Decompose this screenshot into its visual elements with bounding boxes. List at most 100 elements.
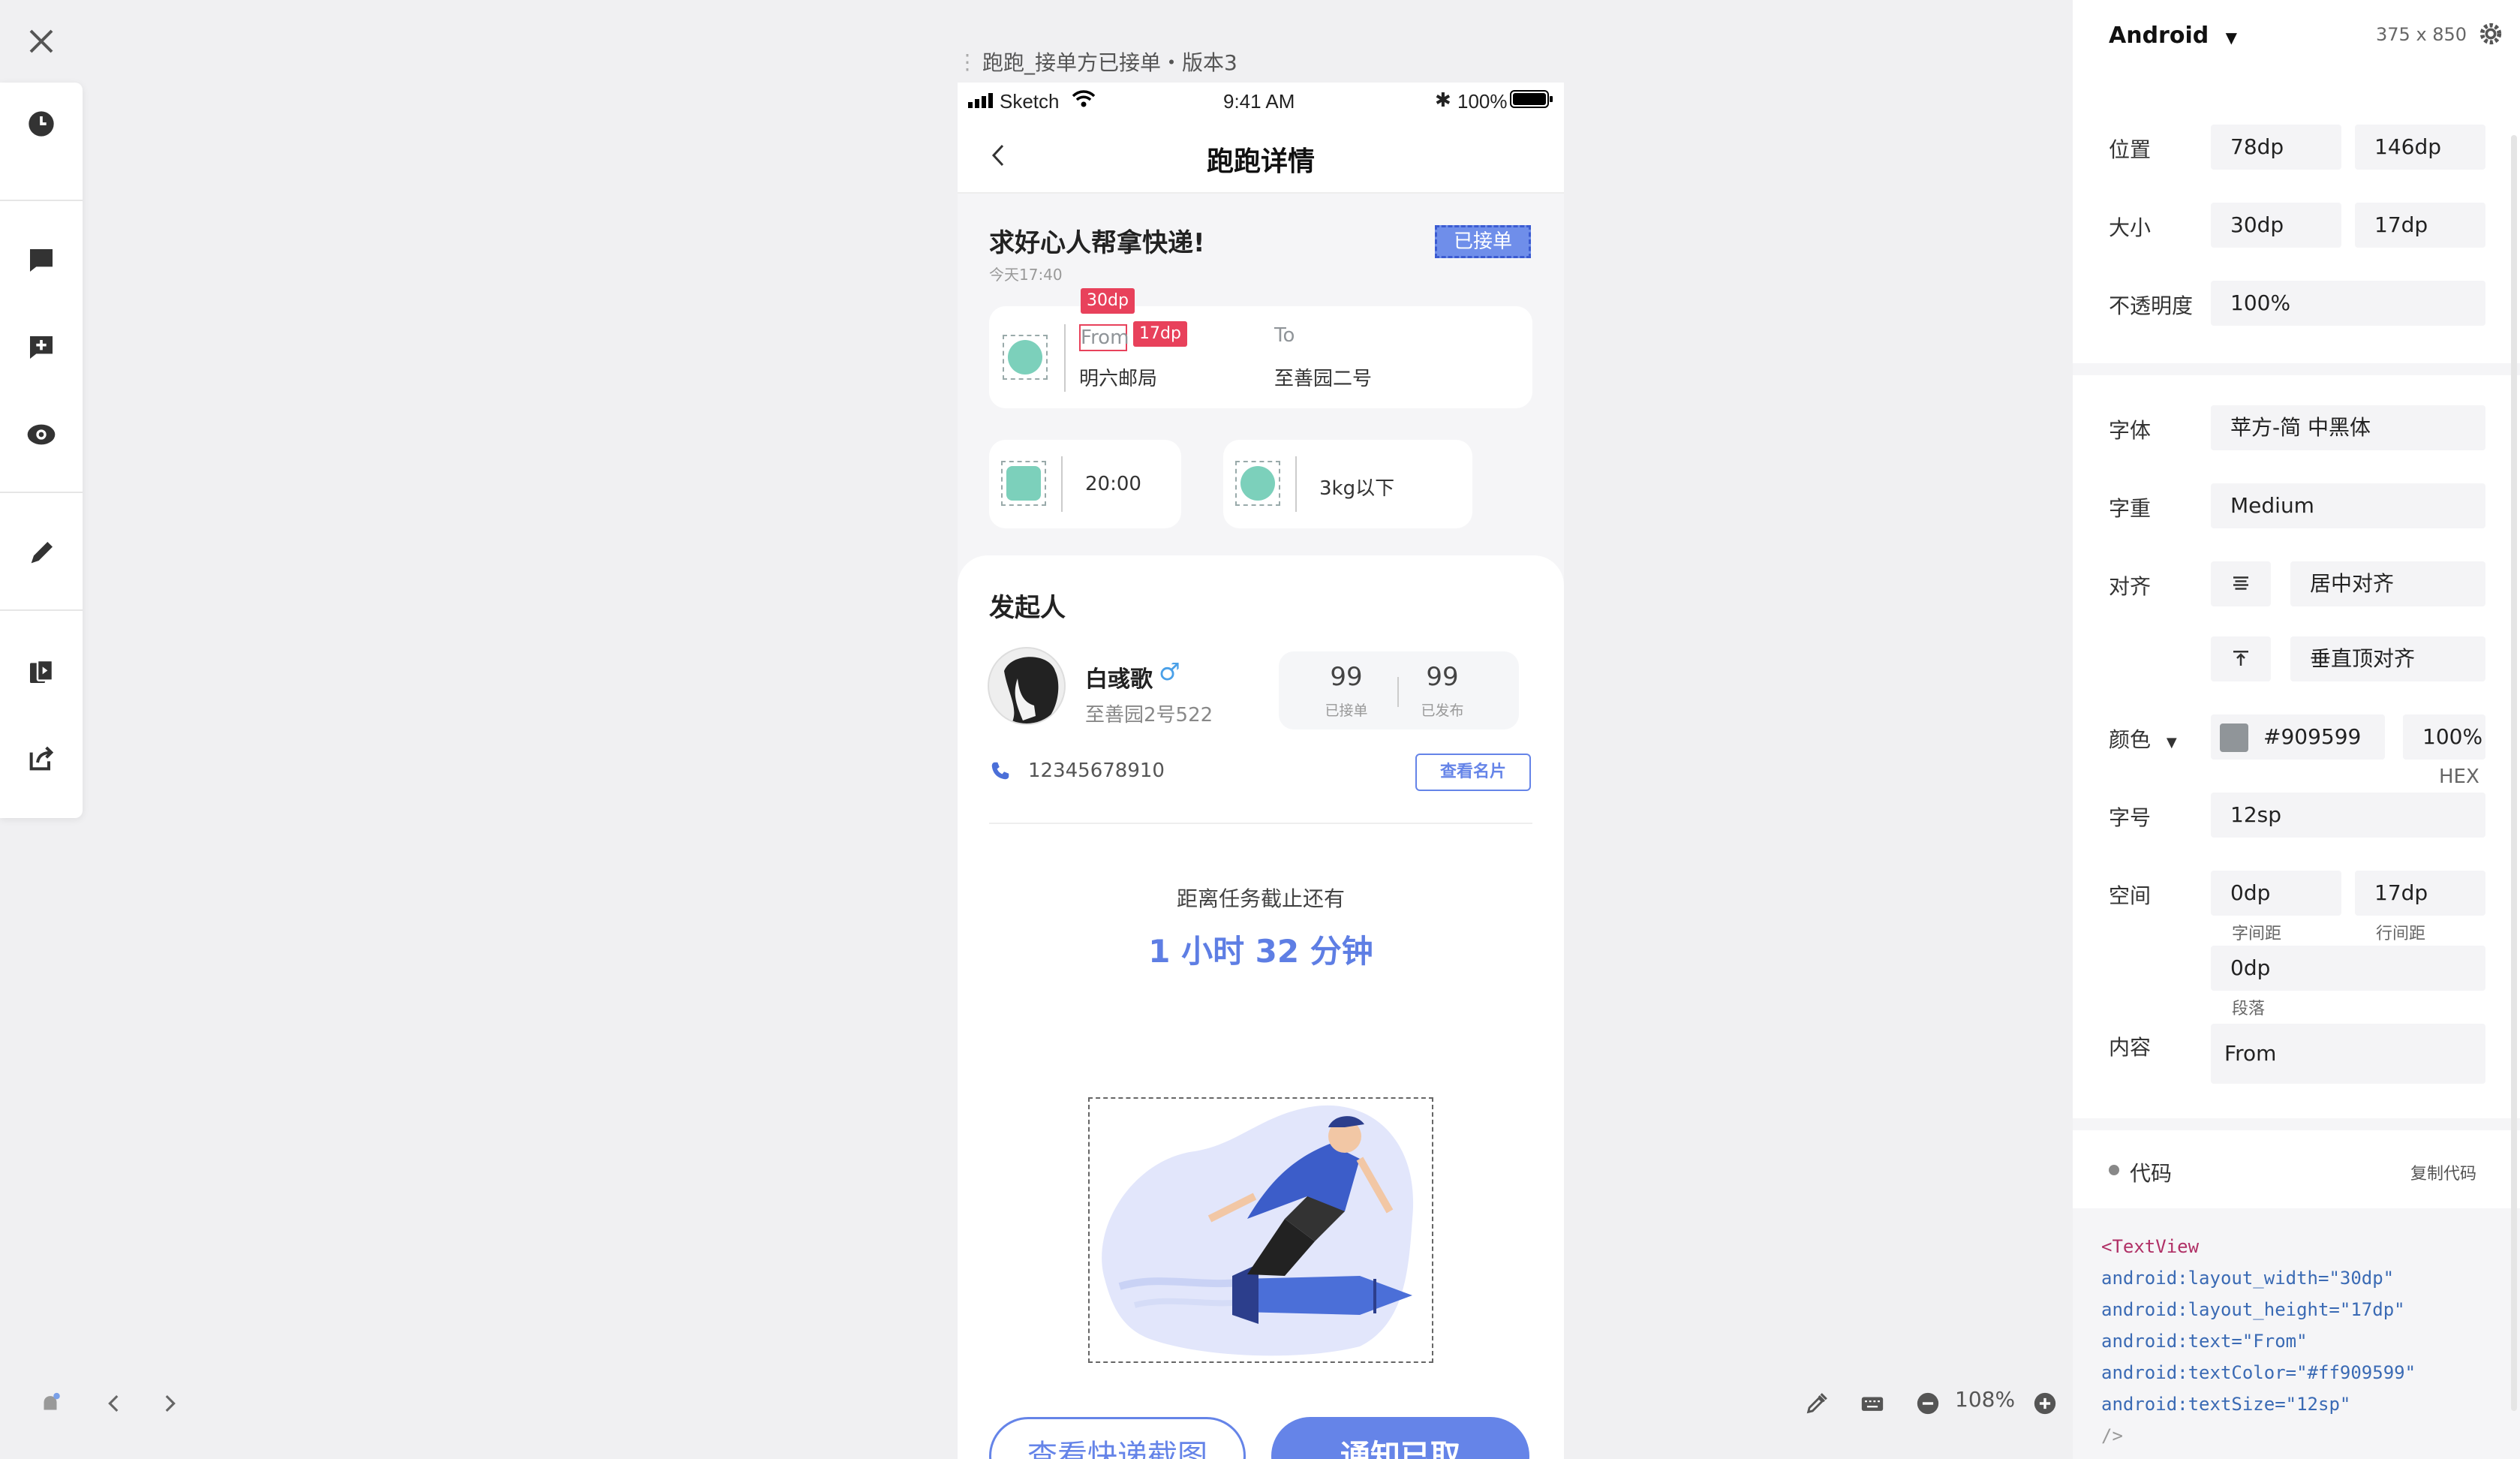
line-spacing-field[interactable]: 17dp [2355,871,2485,916]
keyboard-button[interactable] [1854,1385,1891,1422]
time-icon [1001,461,1046,506]
battery-percent: 100% [1457,90,1508,113]
measure-width-tag: 30dp [1081,288,1135,314]
code-val-color: "#ff909599" [2296,1362,2416,1383]
code-attr-color: android:textColor= [2101,1362,2297,1383]
user-stats: 99 已接单 99 已发布 [1279,651,1519,730]
size-label: 大小 [2109,215,2152,240]
weight-label: 字重 [2109,496,2152,521]
align-h-field[interactable]: 居中对齐 [2290,561,2485,606]
task-title: 求好心人帮拿快递! [989,228,1205,258]
color-picker-button[interactable] [1798,1385,1836,1422]
to-value: 至善园二号 [1274,368,1373,390]
align-center-button[interactable] [2211,561,2271,606]
align-v-field[interactable]: 垂直顶对齐 [2290,636,2485,681]
code-line-close: /> [2101,1425,2123,1446]
artboard-dimensions: 375 x 850 [2376,24,2467,45]
divider [989,823,1532,824]
spacing-label: 空间 [2109,883,2152,908]
caret-down-icon: ▼ [2225,29,2238,47]
code-attr-width: android:layout_width= [2101,1268,2329,1289]
line-spacing-caption: 行间距 [2376,925,2426,943]
carrier-label: Sketch [1000,90,1060,113]
position-y-field[interactable]: 146dp [2355,125,2485,170]
close-button[interactable] [23,23,60,60]
weight-value: 3kg以下 [1319,477,1395,500]
share-button[interactable] [0,717,83,800]
history-icon [29,111,54,137]
caret-down-icon: ▼ [2166,735,2177,751]
color-label: 颜色 [2109,727,2152,752]
align-center-icon [2233,576,2248,590]
height-field[interactable]: 17dp [2355,203,2485,248]
notification-icon [44,1392,60,1410]
color-swatch[interactable] [2220,723,2248,752]
color-opacity-field[interactable]: 100% [2403,714,2485,760]
zoom-out-button[interactable] [1909,1385,1947,1422]
route-card: From 明六邮局 To 至善园二号 [989,306,1532,408]
posted-label: 已发布 [1421,702,1464,719]
content-field[interactable]: From [2211,1024,2485,1084]
code-attr-height: android:layout_height= [2101,1299,2340,1320]
letter-spacing-field[interactable]: 0dp [2211,871,2341,916]
code-line-1: <TextView [2101,1236,2200,1257]
color-mode-toggle[interactable]: 颜色 ▼ [2109,723,2177,754]
measure-height-tag: 17dp [1133,321,1187,347]
paragraph-field[interactable]: 0dp [2211,946,2485,991]
phone-artboard: Sketch 9:41 AM ✱ 100% 跑跑详情 求好心人帮拿快递! 今天1… [958,83,1564,1459]
clock: 9:41 AM [1223,90,1295,113]
next-page-button[interactable] [153,1385,186,1422]
platform-select[interactable]: Android ▼ [2109,23,2237,49]
annotate-button[interactable] [0,512,83,594]
artboard-title-text: 跑跑_接单方已接单・版本3 [982,50,1237,75]
prev-page-button[interactable] [98,1385,131,1422]
preview-button[interactable] [0,393,83,476]
fontsize-field[interactable]: 12sp [2211,793,2485,838]
slice-button[interactable] [0,630,83,713]
zoom-in-icon [2034,1392,2056,1415]
position-label: 位置 [2109,137,2152,162]
comment-button[interactable] [0,219,83,302]
opacity-field[interactable]: 100% [2211,281,2485,326]
font-field[interactable]: 苹方-简 中黑体 [2211,405,2485,450]
zoom-in-button[interactable] [2026,1385,2064,1422]
posted-count: 99 [1426,662,1459,692]
code-label: 代码 [2130,1161,2173,1186]
weight-field[interactable]: Medium [2211,483,2485,528]
signal-icon [968,93,993,108]
notify-picked-button[interactable]: 通知已取 [1271,1417,1529,1459]
nav-bar: 跑跑详情 [958,119,1564,194]
code-attr-size: android:textSize= [2101,1394,2286,1415]
battery-icon [1510,90,1553,108]
drag-handle-icon[interactable]: ⋮ [957,50,978,74]
align-label: 对齐 [2109,574,2152,599]
keyboard-icon [1861,1397,1884,1411]
user-name: 白彧歌 [1085,666,1153,693]
copy-code-button[interactable]: 复制代码 [2410,1160,2476,1184]
notification-button[interactable] [30,1385,71,1422]
code-val-height: "17dp" [2339,1299,2405,1320]
status-bar: Sketch 9:41 AM ✱ 100% [958,83,1564,119]
view-screenshot-button[interactable]: 查看快递截图 [989,1417,1246,1459]
bluetooth-icon: ✱ [1435,89,1451,111]
avatar[interactable] [988,647,1066,725]
eyedropper-icon [1806,1393,1827,1414]
position-x-field[interactable]: 78dp [2211,125,2341,170]
platform-value: Android [2109,23,2209,49]
inspector-scrollbar[interactable] [2511,135,2517,1411]
chevron-left-icon [108,1394,119,1412]
paragraph-caption: 段落 [2232,1000,2266,1018]
code-bullet [2109,1165,2119,1175]
width-field[interactable]: 30dp [2211,203,2341,248]
task-time: 今天17:40 [989,266,1063,284]
history-button[interactable] [0,83,83,165]
settings-icon[interactable] [2478,21,2503,47]
comment-icon [30,249,53,272]
to-label: To [1274,324,1295,347]
add-comment-button[interactable] [0,306,83,389]
from-value: 明六邮局 [1079,368,1158,390]
align-top-button[interactable] [2211,636,2271,681]
initiator-sheet: 发起人 白彧歌 ♂ 至善园2号522 99 已接单 99 已发布 1234567… [958,555,1564,1459]
view-card-button[interactable]: 查看名片 [1415,754,1531,791]
slice-icon [30,659,54,683]
